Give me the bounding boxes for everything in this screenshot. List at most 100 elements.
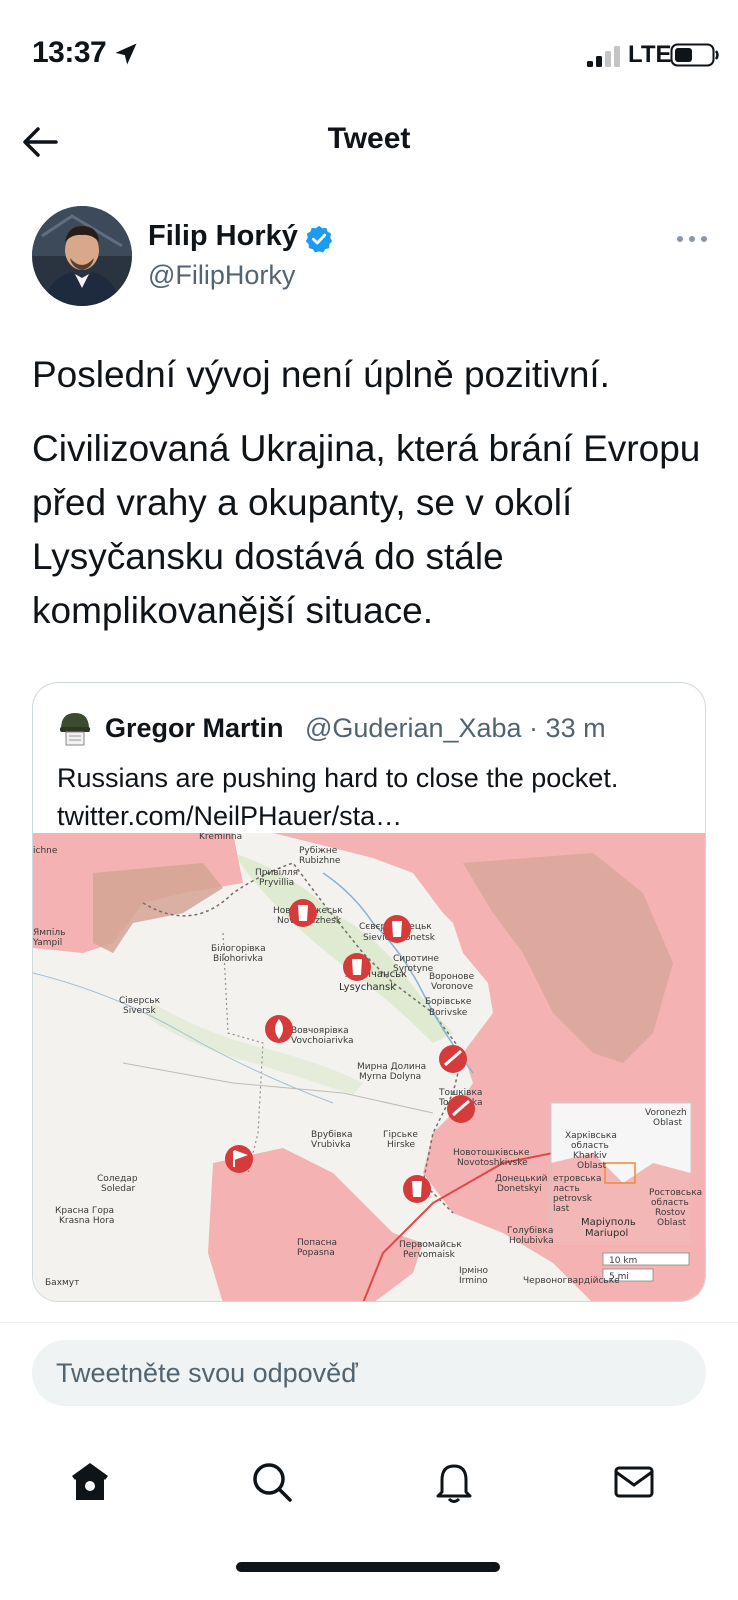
svg-text:Попасна: Попасна: [297, 1238, 337, 1248]
tweet-paragraph: Poslední vývoj není úplně pozitivní.: [32, 354, 610, 395]
notifications-bell-icon[interactable]: [430, 1458, 478, 1506]
home-icon[interactable]: [66, 1458, 114, 1506]
svg-text:ichne: ichne: [33, 846, 58, 856]
quoted-tweet-text: Russians are pushing hard to close the p…: [57, 759, 687, 835]
svg-text:Привілля: Привілля: [255, 868, 298, 878]
svg-text:Popasna: Popasna: [297, 1248, 335, 1258]
svg-text:Vovchoiarivka: Vovchoiarivka: [291, 1036, 354, 1046]
messages-envelope-icon[interactable]: [610, 1458, 658, 1506]
svg-text:Врубівка: Врубівка: [311, 1130, 353, 1140]
svg-text:petrovsk: petrovsk: [553, 1194, 593, 1204]
verified-badge-icon: [305, 225, 333, 253]
page-title: Tweet: [327, 122, 411, 155]
svg-text:Сіверськ: Сіверськ: [119, 996, 161, 1006]
svg-text:Bilohorivka: Bilohorivka: [213, 954, 263, 964]
author-name[interactable]: Filip Horký: [148, 220, 298, 253]
svg-text:Pervomaisk: Pervomaisk: [403, 1250, 456, 1260]
map-marker-icon: [289, 899, 317, 927]
svg-text:Oblast: Oblast: [657, 1218, 687, 1228]
map-marker-icon: [383, 915, 411, 943]
svg-text:Vrubivka: Vrubivka: [311, 1140, 351, 1150]
svg-text:Ростовська: Ростовська: [649, 1188, 702, 1198]
map-marker-icon: [447, 1095, 475, 1123]
search-icon[interactable]: [248, 1458, 296, 1506]
svg-text:Ірміно: Ірміно: [459, 1266, 489, 1276]
svg-text:last: last: [553, 1204, 570, 1214]
svg-text:Myrna Dolyna: Myrna Dolyna: [359, 1072, 421, 1082]
svg-text:Борівське: Борівське: [425, 997, 472, 1007]
quoted-link[interactable]: twitter.com/NeilPHauer/sta…: [57, 797, 687, 835]
svg-text:Siversk: Siversk: [123, 1006, 156, 1016]
author-handle[interactable]: @FilipHorky: [148, 260, 295, 291]
map-marker-icon: [403, 1175, 431, 1203]
svg-text:Гірське: Гірське: [383, 1130, 418, 1140]
svg-text:Hirske: Hirske: [387, 1140, 416, 1150]
status-bar: 13:37 LTE: [0, 0, 738, 100]
svg-text:Рубіжне: Рубіжне: [299, 846, 338, 856]
svg-text:Donetskyi: Donetskyi: [497, 1184, 542, 1194]
svg-text:Holubivka: Holubivka: [509, 1236, 554, 1246]
svg-text:Pryvillia: Pryvillia: [259, 878, 294, 888]
svg-text:Soledar: Soledar: [101, 1184, 135, 1194]
author-avatar[interactable]: [32, 206, 132, 306]
map-marker-icon: [439, 1045, 467, 1073]
svg-text:Voronove: Voronove: [431, 982, 474, 992]
more-options-icon[interactable]: [672, 224, 712, 254]
status-time: 13:37: [32, 36, 107, 69]
network-type: LTE: [628, 41, 672, 68]
svg-text:Харківська: Харківська: [565, 1131, 617, 1141]
home-indicator: [236, 1562, 500, 1572]
tab-bar: [0, 1440, 738, 1520]
map-marker-icon: [225, 1145, 253, 1173]
svg-text:ласть: ласть: [553, 1184, 580, 1194]
map-marker-icon: [343, 953, 371, 981]
avatar-image: [32, 206, 132, 306]
svg-text:Соледар: Соледар: [97, 1174, 138, 1184]
svg-text:Голубівка: Голубівка: [507, 1226, 553, 1236]
quoted-author-avatar[interactable]: [57, 709, 93, 749]
svg-text:Kreminna: Kreminna: [199, 833, 242, 842]
reply-input[interactable]: Tweetněte svou odpověď: [32, 1340, 706, 1406]
tweet-text: Poslední vývoj není úplně pozitivní. Civ…: [32, 348, 712, 638]
svg-text:Білогорівка: Білогорівка: [211, 944, 266, 954]
svg-text:Сиротине: Сиротине: [393, 954, 439, 964]
svg-text:Красна Гора: Красна Гора: [55, 1206, 114, 1216]
svg-text:Маріуполь: Маріуполь: [581, 1216, 636, 1228]
location-arrow-icon: [115, 43, 137, 65]
svg-text:Воронове: Воронове: [429, 972, 475, 982]
svg-text:Донецький: Донецький: [495, 1174, 548, 1184]
quoted-map-image[interactable]: Voronezh Oblast Харківська область Khark…: [33, 833, 705, 1301]
svg-text:Вовчоярівка: Вовчоярівка: [291, 1026, 349, 1036]
tweet-paragraph: Civilizovaná Ukrajina, která brání Evrop…: [32, 428, 701, 631]
svg-text:Borivske: Borivske: [429, 1008, 468, 1018]
svg-text:Oblast: Oblast: [577, 1161, 607, 1171]
cellular-signal-icon: [587, 46, 620, 67]
nav-bar: Tweet: [0, 100, 738, 180]
battery-icon: [670, 43, 719, 67]
svg-text:Yampil: Yampil: [33, 938, 62, 948]
svg-text:10 km: 10 km: [609, 1256, 637, 1266]
svg-text:Krasna Hora: Krasna Hora: [59, 1216, 114, 1226]
svg-text:Lysychansk: Lysychansk: [339, 982, 396, 993]
quoted-author-meta: @Guderian_Xaba · 33 m: [305, 713, 606, 743]
svg-text:Ямпіль: Ямпіль: [33, 928, 65, 938]
svg-text:Novotoshkivske: Novotoshkivske: [457, 1158, 528, 1168]
svg-text:Voronezh: Voronezh: [645, 1108, 687, 1118]
quoted-text: Russians are pushing hard to close the p…: [57, 763, 619, 793]
svg-text:Червоногвардійське: Червоногвардійське: [523, 1276, 620, 1286]
svg-text:Oblast: Oblast: [653, 1118, 683, 1128]
divider: [0, 1322, 738, 1323]
svg-text:Irmino: Irmino: [459, 1276, 488, 1286]
svg-text:Первомайськ: Первомайськ: [399, 1240, 462, 1250]
svg-text:Rostov: Rostov: [655, 1208, 686, 1218]
quoted-tweet-card[interactable]: Gregor Martin @Guderian_Xaba · 33 m Russ…: [32, 682, 706, 1302]
map-marker-icon: [265, 1015, 293, 1043]
svg-text:Mariupol: Mariupol: [585, 1228, 628, 1239]
svg-text:Rubizhne: Rubizhne: [299, 856, 341, 866]
svg-text:Бахмут: Бахмут: [45, 1278, 79, 1288]
svg-text:етровська: етровська: [553, 1174, 602, 1184]
svg-text:Kharkiv: Kharkiv: [573, 1151, 608, 1161]
svg-text:Мирна Долина: Мирна Долина: [357, 1062, 426, 1072]
svg-text:Новотошківське: Новотошківське: [453, 1148, 530, 1158]
war-map: Voronezh Oblast Харківська область Khark…: [33, 833, 705, 1301]
